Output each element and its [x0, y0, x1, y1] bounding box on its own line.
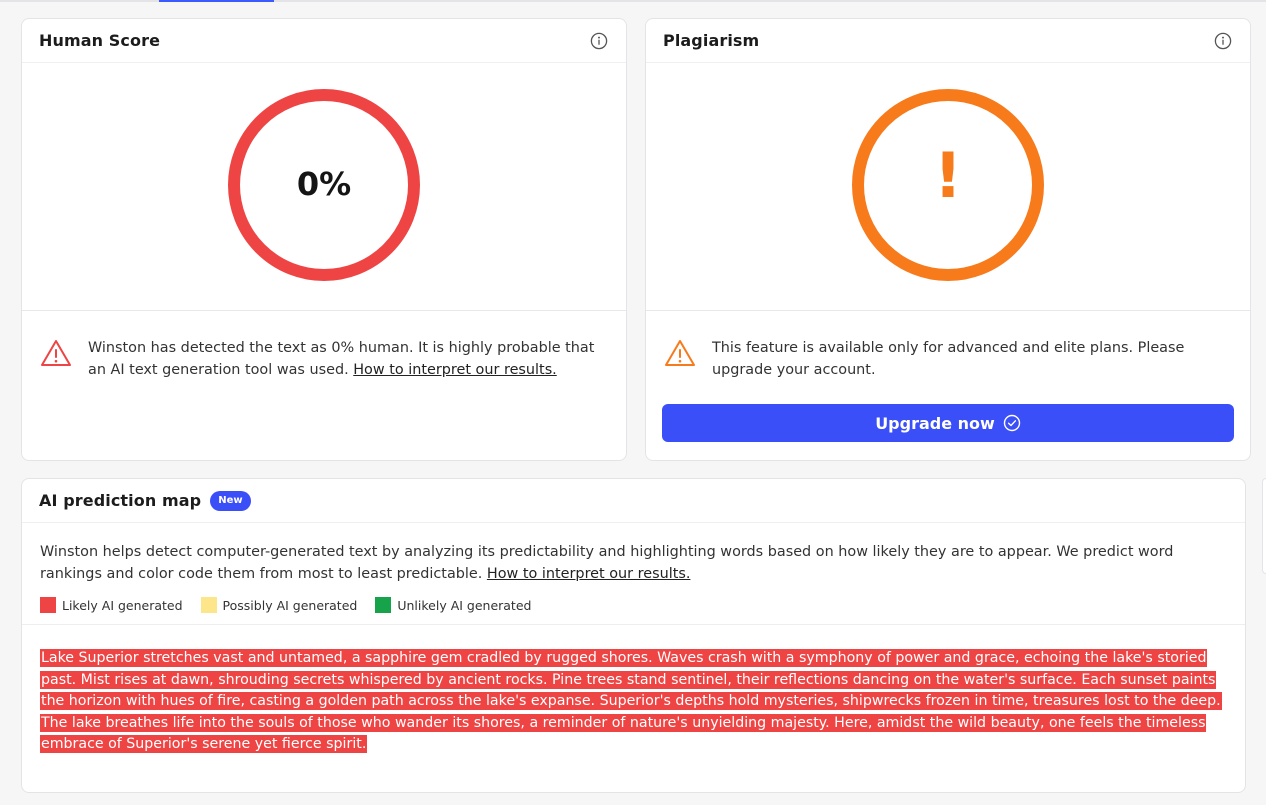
plagiarism-title: Plagiarism: [663, 31, 760, 50]
plagiarism-message: This feature is available only for advan…: [646, 311, 1250, 381]
human-score-value: 0%: [296, 165, 352, 203]
interpret-results-link[interactable]: How to interpret our results.: [487, 566, 691, 582]
legend-possibly-ai: Possibly AI generated: [200, 597, 358, 613]
legend-label: Possibly AI generated: [222, 597, 358, 613]
exclamation-icon: !: [933, 139, 963, 212]
human-score-card: Human Score 0% Winston has detected the …: [21, 18, 627, 461]
plagiarism-message-text: This feature is available only for advan…: [712, 340, 1185, 378]
prediction-legend: Likely AI generated Possibly AI generate…: [22, 585, 1245, 613]
ai-prediction-map-title: AI prediction map: [39, 491, 202, 510]
legend-swatch-red: [40, 597, 56, 613]
prediction-map-description: Winston helps detect computer-generated …: [22, 523, 1245, 585]
new-badge: New: [210, 490, 251, 511]
plagiarism-gauge-area: !: [646, 63, 1250, 311]
legend-swatch-yellow: [200, 597, 217, 613]
legend-label: Unlikely AI generated: [397, 597, 532, 613]
legend-label: Likely AI generated: [62, 597, 183, 613]
highlighted-text-area: Lake Superior stretches vast and untamed…: [22, 625, 1245, 756]
plagiarism-card: Plagiarism ! This feature is available o…: [645, 18, 1251, 461]
human-score-header: Human Score: [22, 19, 626, 63]
human-score-title: Human Score: [39, 31, 161, 50]
check-circle-icon: [1003, 414, 1021, 432]
upgrade-now-label: Upgrade now: [875, 413, 995, 433]
active-tab-indicator: [159, 0, 274, 2]
upgrade-now-button[interactable]: Upgrade now: [662, 404, 1234, 442]
info-icon[interactable]: [590, 32, 608, 50]
human-score-gauge-area: 0%: [22, 63, 626, 311]
human-score-message: Winston has detected the text as 0% huma…: [22, 311, 626, 381]
warning-icon: [665, 340, 695, 366]
interpret-results-link[interactable]: How to interpret our results.: [353, 362, 557, 378]
info-icon[interactable]: [1214, 32, 1232, 50]
ai-prediction-map-header: AI prediction map New: [22, 479, 1245, 523]
legend-swatch-green: [375, 597, 392, 613]
highlighted-text: Lake Superior stretches vast and untamed…: [40, 649, 1222, 754]
legend-likely-ai: Likely AI generated: [40, 597, 183, 613]
plagiarism-header: Plagiarism: [646, 19, 1250, 63]
ai-prediction-map-card: AI prediction map New Winston helps dete…: [21, 478, 1246, 793]
side-panel-edge: [1262, 478, 1266, 574]
legend-unlikely-ai: Unlikely AI generated: [375, 597, 531, 613]
warning-icon: [41, 340, 71, 366]
